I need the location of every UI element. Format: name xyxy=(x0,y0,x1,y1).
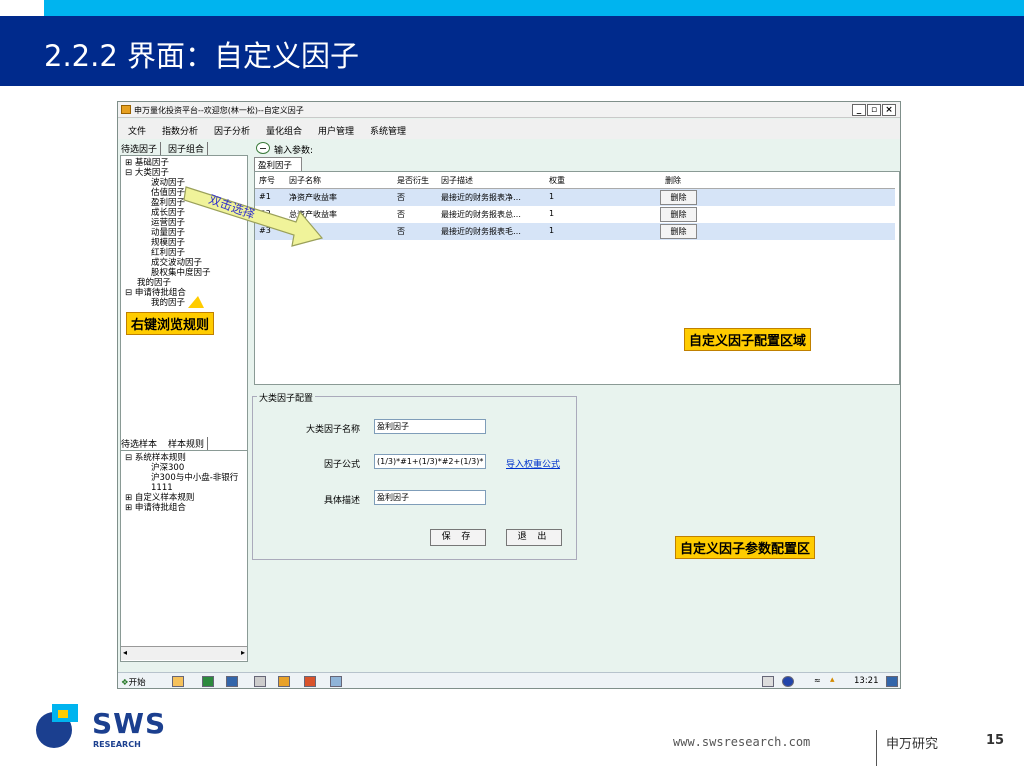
sws-logo-text: SWS xyxy=(92,707,167,740)
right-click-callout: 右键浏览规则 xyxy=(126,312,215,335)
footer-divider xyxy=(876,730,877,766)
param-area-callout: 自定义因子参数配置区 xyxy=(675,536,816,559)
page-number: 15 xyxy=(986,733,1005,748)
config-area-callout: 自定义因子配置区域 xyxy=(684,328,812,351)
sws-logo-subtext: RESEARCH xyxy=(93,740,141,749)
footer-company: 申万研究 xyxy=(886,737,939,752)
callout-pointer xyxy=(188,296,204,308)
arrow-overlay xyxy=(183,186,324,308)
sws-logo-mark xyxy=(36,704,78,748)
footer-url[interactable]: www.swsresearch.com xyxy=(673,735,810,749)
